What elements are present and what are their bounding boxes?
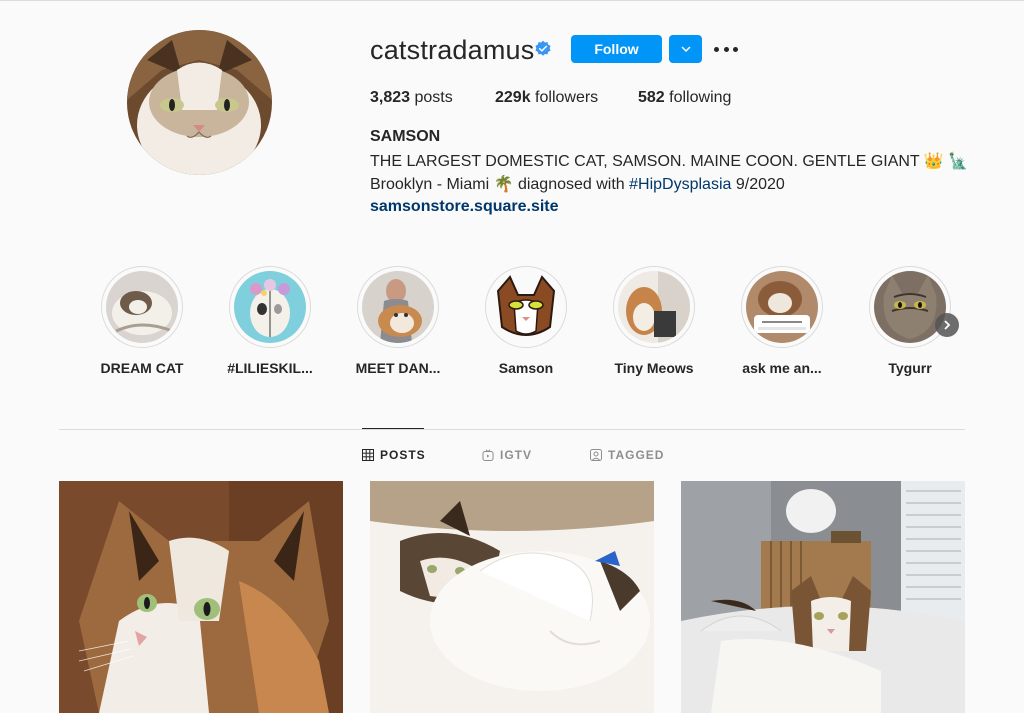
bio-website-link[interactable]: samsonstore.square.site: [370, 198, 559, 216]
tab-posts[interactable]: POSTS: [362, 448, 426, 462]
highlight-item[interactable]: ask me an...: [727, 266, 837, 376]
tab-igtv[interactable]: IGTV: [482, 448, 532, 462]
more-dot-icon: [733, 46, 738, 52]
highlight-label: ask me an...: [742, 360, 822, 376]
tab-tagged[interactable]: TAGGED: [590, 448, 664, 462]
bio-name: SAMSON: [370, 128, 441, 145]
followers-count: 229k: [495, 89, 531, 106]
highlight-label: MEET DAN...: [355, 360, 441, 376]
highlight-ring: [229, 266, 311, 348]
post-image: [681, 481, 965, 713]
highlight-item[interactable]: Samson: [471, 266, 581, 376]
highlight-ring: [357, 266, 439, 348]
posts-label: posts: [414, 89, 453, 106]
highlight-cover: [362, 271, 434, 343]
highlight-cover: [490, 271, 562, 343]
followers-label: followers: [535, 89, 599, 106]
profile-avatar[interactable]: [127, 30, 272, 175]
grid-icon: [362, 449, 374, 461]
highlight-label: #LILIESKIL...: [227, 360, 313, 376]
highlight-cover: [874, 271, 946, 343]
followers-stat[interactable]: 229k followers: [495, 89, 598, 107]
posts-stat: 3,823 posts: [370, 89, 453, 107]
highlight-ring: [869, 266, 951, 348]
suggested-dropdown-button[interactable]: [669, 35, 702, 63]
highlight-cover: [618, 271, 690, 343]
more-dot-icon: [723, 46, 729, 52]
chevron-right-icon: [944, 320, 951, 330]
verified-badge-icon: [535, 40, 551, 56]
more-options-button[interactable]: [714, 40, 738, 58]
highlight-label: Tygurr: [888, 360, 932, 376]
igtv-icon: [482, 449, 494, 461]
bio-line-2-prefix: Brooklyn - Miami 🌴 diagnosed with: [370, 176, 630, 193]
highlight-ring: [741, 266, 823, 348]
highlight-item[interactable]: DREAM CAT: [87, 266, 197, 376]
tab-label: POSTS: [380, 448, 426, 462]
highlight-cover: [106, 271, 178, 343]
posts-count: 3,823: [370, 89, 411, 106]
highlight-cover: [234, 271, 306, 343]
post-thumbnail[interactable]: [59, 481, 343, 713]
chevron-down-icon: [680, 46, 691, 53]
post-image: [59, 481, 343, 713]
following-stat[interactable]: 582 following: [638, 89, 731, 107]
tab-label: IGTV: [500, 448, 533, 462]
post-thumbnail[interactable]: [681, 481, 965, 713]
post-image: [370, 481, 654, 713]
tabs-divider: [59, 429, 965, 430]
highlights-next-button[interactable]: [935, 313, 959, 337]
tab-label: TAGGED: [608, 448, 665, 462]
hashtag-link[interactable]: #HipDysplasia: [629, 176, 731, 193]
profile-username: catstradamus: [370, 35, 535, 65]
follow-button[interactable]: Follow: [571, 35, 662, 63]
highlight-cover: [746, 271, 818, 343]
top-border: [0, 0, 1024, 1]
active-tab-indicator: [362, 428, 424, 429]
following-label: following: [669, 89, 732, 106]
highlight-label: DREAM CAT: [100, 360, 184, 376]
highlight-ring: [613, 266, 695, 348]
highlight-item[interactable]: Tiny Meows: [599, 266, 709, 376]
highlight-label: Samson: [498, 360, 554, 376]
cat-face-image: [127, 30, 272, 175]
bio-line-2: Brooklyn - Miami 🌴 diagnosed with #HipDy…: [370, 174, 785, 194]
highlight-ring: [485, 266, 567, 348]
bio-line-2-suffix: 9/2020: [731, 176, 785, 193]
bio-line-1: THE LARGEST DOMESTIC CAT, SAMSON. MAINE …: [370, 153, 969, 170]
highlight-ring: [101, 266, 183, 348]
tagged-icon: [590, 449, 602, 461]
highlight-item[interactable]: #LILIESKIL...: [215, 266, 325, 376]
following-count: 582: [638, 89, 665, 106]
post-thumbnail[interactable]: [370, 481, 654, 713]
more-dot-icon: [714, 46, 719, 52]
highlight-label: Tiny Meows: [614, 360, 694, 376]
highlight-item[interactable]: MEET DAN...: [343, 266, 453, 376]
